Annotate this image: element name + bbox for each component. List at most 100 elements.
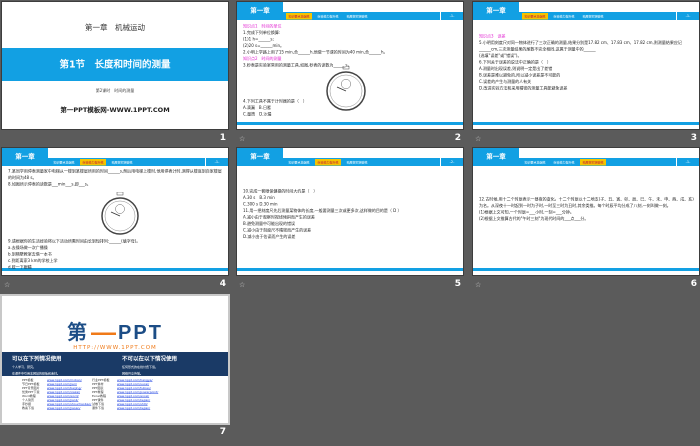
chapter-label: 第一章: [473, 148, 519, 166]
link-url[interactable]: www.1ppt.com/tubiao/: [117, 387, 151, 391]
slide-thumbnail-6[interactable]: 第一章 知识要点基础练 综合能力提升练 拓展探究突破练 -1- 12.古时候,用十二个时辰…: [472, 147, 700, 276]
chapter-title: 第一章 机械运动: [84, 23, 145, 32]
link-url[interactable]: www.1ppt.com/powerpoint/: [117, 391, 158, 395]
logo-text: PPT: [118, 321, 163, 344]
slide-number: 5: [454, 279, 461, 289]
slide-body-2: 4.下列工具不属于计时器的是（ ） A.滴漏 B.日晷 C.量筒 D.沙漏: [243, 98, 458, 118]
slide-body: 知识点3 误差 5.小明用刻度尺对同一物体进行了三次正确的测量,结果分别是17.8…: [479, 33, 694, 92]
usage-item: 个人学习、研究。: [12, 365, 37, 370]
link-url[interactable]: www.1ppt.com/beijing/: [47, 387, 81, 391]
slide-header: 第一章 知识要点基础练 综合能力提升练 拓展探究突破练 -2-: [237, 148, 463, 166]
slide-content: 第一章 知识要点基础练 综合能力提升练 拓展探究突破练 -1- 知识点3 误差 5.小明用刻…: [473, 2, 699, 129]
footer-bar: [473, 122, 699, 125]
slide-thumbnail-2[interactable]: 第一章 知识要点基础练 综合能力提升练 拓展探究突破练 -1- 知识点1 时间的单位 1.完…: [236, 1, 464, 130]
link-url[interactable]: www.1ppt.com/hangye/: [117, 379, 152, 383]
slide-number: 2: [454, 133, 461, 143]
slide-thumbnail-cell: 第一章 知识要点基础练 综合能力提升练 拓展探究突破练 -1- 12.古时候,用十二个时辰…: [472, 147, 700, 298]
link-url[interactable]: www.1ppt.com/kejian/: [117, 407, 150, 411]
slide-content: 第一章 知识要点基础练 综合能力提升练 拓展探究突破练 -1- 知识点1 时间的单位 1.完…: [237, 2, 463, 129]
slide-thumbnail-4[interactable]: 第一章 知识要点基础练 综合能力提升练 拓展探究突破练 -1- 7.某同学用停表测量家中电…: [1, 147, 229, 276]
link-label: 课件下载: [92, 406, 105, 411]
usage-band: 可以在下列情况使用 个人学习、研究。 在课件中引用本网站的模板和素材。 不可以在以下情…: [2, 352, 228, 376]
usage-title-cannot: 不可以在以下情况使用: [122, 355, 177, 363]
slide-thumbnail-cell: 第一章 机械运动第1节 长度和时间的测量第2课时 时间的测量第一PPT模板网-W…: [1, 1, 229, 152]
nav-tab: 知识要点基础练: [53, 160, 75, 165]
page-indicator: -1-: [440, 12, 463, 20]
slide-body: 知识点1 时间的单位 1.完成下列单位换算: (1)1 h=______s; (2)2…: [243, 23, 458, 69]
usage-title-can: 可以在下列情况使用: [12, 355, 62, 363]
nav-tab: 拓展探究突破练: [346, 14, 368, 19]
link-url[interactable]: www.1ppt.com/jiaoan/: [47, 407, 80, 411]
section-nav-bar: 知识要点基础练 综合能力提升练 拓展探究突破练 -2-: [283, 158, 463, 166]
nav-tab: 综合能力提升练: [80, 158, 107, 166]
link-list: PPT模板 www.1ppt.com/moban/节日PPT模板 www.1ppt.…: [22, 379, 91, 411]
nav-tab: 综合能力提升练: [315, 158, 342, 166]
slide-thumbnail-cell: 第一章 知识要点基础练 综合能力提升练 拓展探究突破练 -1- 知识点3 误差 5.小明用刻…: [472, 1, 700, 152]
link-url[interactable]: www.1ppt.com/excel/: [117, 395, 149, 399]
link-url[interactable]: www.1ppt.com/sucai/: [117, 383, 149, 387]
slide-body-2: 9.请根据你的生活经验将以下活动所需时间由长到短排列:______(填字母)。 a…: [8, 238, 223, 271]
text-line: D.减小由于估读而产生的误差: [243, 234, 296, 240]
nav-tab: 知识要点基础练: [522, 12, 549, 20]
nav-tab: 综合能力提升练: [553, 14, 575, 19]
slide-header: 第一章 知识要点基础练 综合能力提升练 拓展探究突破练 -1-: [473, 2, 699, 20]
section-title: 第1节 长度和时间的测量: [2, 48, 228, 81]
section-nav-bar: 知识要点基础练 综合能力提升练 拓展探究突破练 -1-: [48, 158, 228, 166]
nav-tab: 知识要点基础练: [288, 160, 310, 165]
usage-item: 任何形式的在线付费下载。: [122, 365, 159, 370]
logo-text: 第: [67, 321, 90, 344]
slide-number: 3: [690, 133, 697, 143]
text-line: 5.小明用刻度尺对同一物体进行了三次正确的测量,结果分别是17.82 cm、17…: [479, 40, 682, 52]
text-line: 12.古时候,用十二个时辰表示一昼夜的变化。十二个时辰以十二地支(子、丑、寅、卯…: [479, 197, 694, 208]
play-animation-icon[interactable]: ☆: [4, 281, 10, 289]
stopwatch-figure: [101, 192, 139, 235]
footer-bar: [473, 268, 699, 271]
link-url[interactable]: www.1ppt.com/moban/: [47, 379, 82, 383]
text-line: 7.某同学用停表测量家中电梯从一楼到某楼层所用的时间______s,然后用电梯上…: [8, 169, 222, 180]
slide-header: 第一章 知识要点基础练 综合能力提升练 拓展探究突破练 -1-: [473, 148, 699, 166]
link-url[interactable]: www.1ppt.com/jianli/: [47, 399, 78, 403]
link-url[interactable]: www.1ppt.com/shouchaobao/: [47, 403, 91, 407]
slide-thumbnail-3[interactable]: 第一章 知识要点基础练 综合能力提升练 拓展探究突破练 -1- 知识点3 误差 5.小明用刻…: [472, 1, 700, 130]
slide-number: 7: [219, 427, 226, 437]
slide-content: 第 PPT HTTP://WWW.1PPT.COM 可以在下列情况使用 个人学习、研究。…: [2, 296, 228, 423]
logo-url: HTTP://WWW.1PPT.COM: [73, 344, 157, 351]
link-row: 教案下载 www.1ppt.com/jiaoan/: [22, 407, 91, 411]
lesson-subtitle: 第2课时 时间的测量: [95, 88, 135, 94]
link-url[interactable]: www.1ppt.com/jieri/: [47, 383, 77, 387]
link-url[interactable]: www.1ppt.com/xiazai/: [47, 391, 80, 395]
slide-header: 第一章 知识要点基础练 综合能力提升练 拓展探究突破练 -1-: [2, 148, 228, 166]
slide-thumbnail-cell: 第一章 知识要点基础练 综合能力提升练 拓展探究突破练 -1- 知识点1 时间的单位 1.完…: [236, 1, 464, 152]
slide-thumbnail-7[interactable]: 第 PPT HTTP://WWW.1PPT.COM 可以在下列情况使用 个人学习、研究。…: [0, 294, 230, 425]
footer-bar: [237, 122, 463, 125]
section-nav-bar: 知识要点基础练 综合能力提升练 拓展探究突破练 -1-: [283, 12, 463, 20]
play-animation-icon[interactable]: ☆: [239, 281, 245, 289]
slide-thumbnail-cell: 第一章 知识要点基础练 综合能力提升练 拓展探究突破练 -2- 10.完成一套眼保健操的时…: [236, 147, 464, 298]
text-line: D.改进实验方法和采用精密的测量工具能避免误差: [479, 86, 568, 91]
page-indicator: -1-: [676, 158, 699, 166]
nav-tab: 拓展探究突破练: [111, 160, 133, 165]
nav-tab: 拓展探究突破练: [580, 158, 607, 166]
chapter-label: 第一章: [237, 148, 283, 166]
slide-content: 第一章 知识要点基础练 综合能力提升练 拓展探究突破练 -1- 12.古时候,用十二个时辰…: [473, 148, 699, 275]
text-line: d.眨一下眼睛: [8, 265, 32, 270]
play-animation-icon[interactable]: ☆: [475, 135, 481, 143]
section-nav-bar: 知识要点基础练 综合能力提升练 拓展探究突破练 -1-: [519, 12, 699, 20]
logo: 第 PPT: [2, 316, 228, 345]
site-name: 第一PPT模板网-WWW.1PPT.COM: [60, 106, 170, 115]
play-animation-icon[interactable]: ☆: [475, 281, 481, 289]
link-url[interactable]: www.1ppt.com/word/: [47, 395, 79, 399]
chapter-label: 第一章: [2, 148, 48, 166]
slide-thumbnail-5[interactable]: 第一章 知识要点基础练 综合能力提升练 拓展探究突破练 -2- 10.完成一套眼保健操的时…: [236, 147, 464, 276]
slide-number: 6: [690, 279, 697, 289]
nav-tab: 拓展探究突破练: [346, 160, 368, 165]
text-line: (2)根据上文推算古代的"午时三刻"为现代时间的___点___分。: [479, 216, 589, 222]
slide-number: 4: [219, 279, 226, 289]
nav-tab: 知识要点基础练: [286, 12, 313, 20]
slide-thumbnail-1[interactable]: 第一章 机械运动第1节 长度和时间的测量第2课时 时间的测量第一PPT模板网-W…: [1, 1, 229, 130]
slide-content: 第一章 机械运动第1节 长度和时间的测量第2课时 时间的测量第一PPT模板网-W…: [2, 2, 228, 129]
link-url[interactable]: www.1ppt.com/kejian/: [117, 399, 150, 403]
play-animation-icon[interactable]: ☆: [239, 135, 245, 143]
link-url[interactable]: www.1ppt.com/shiti/: [117, 403, 148, 407]
usage-item: 网络共享传播。: [122, 372, 144, 376]
